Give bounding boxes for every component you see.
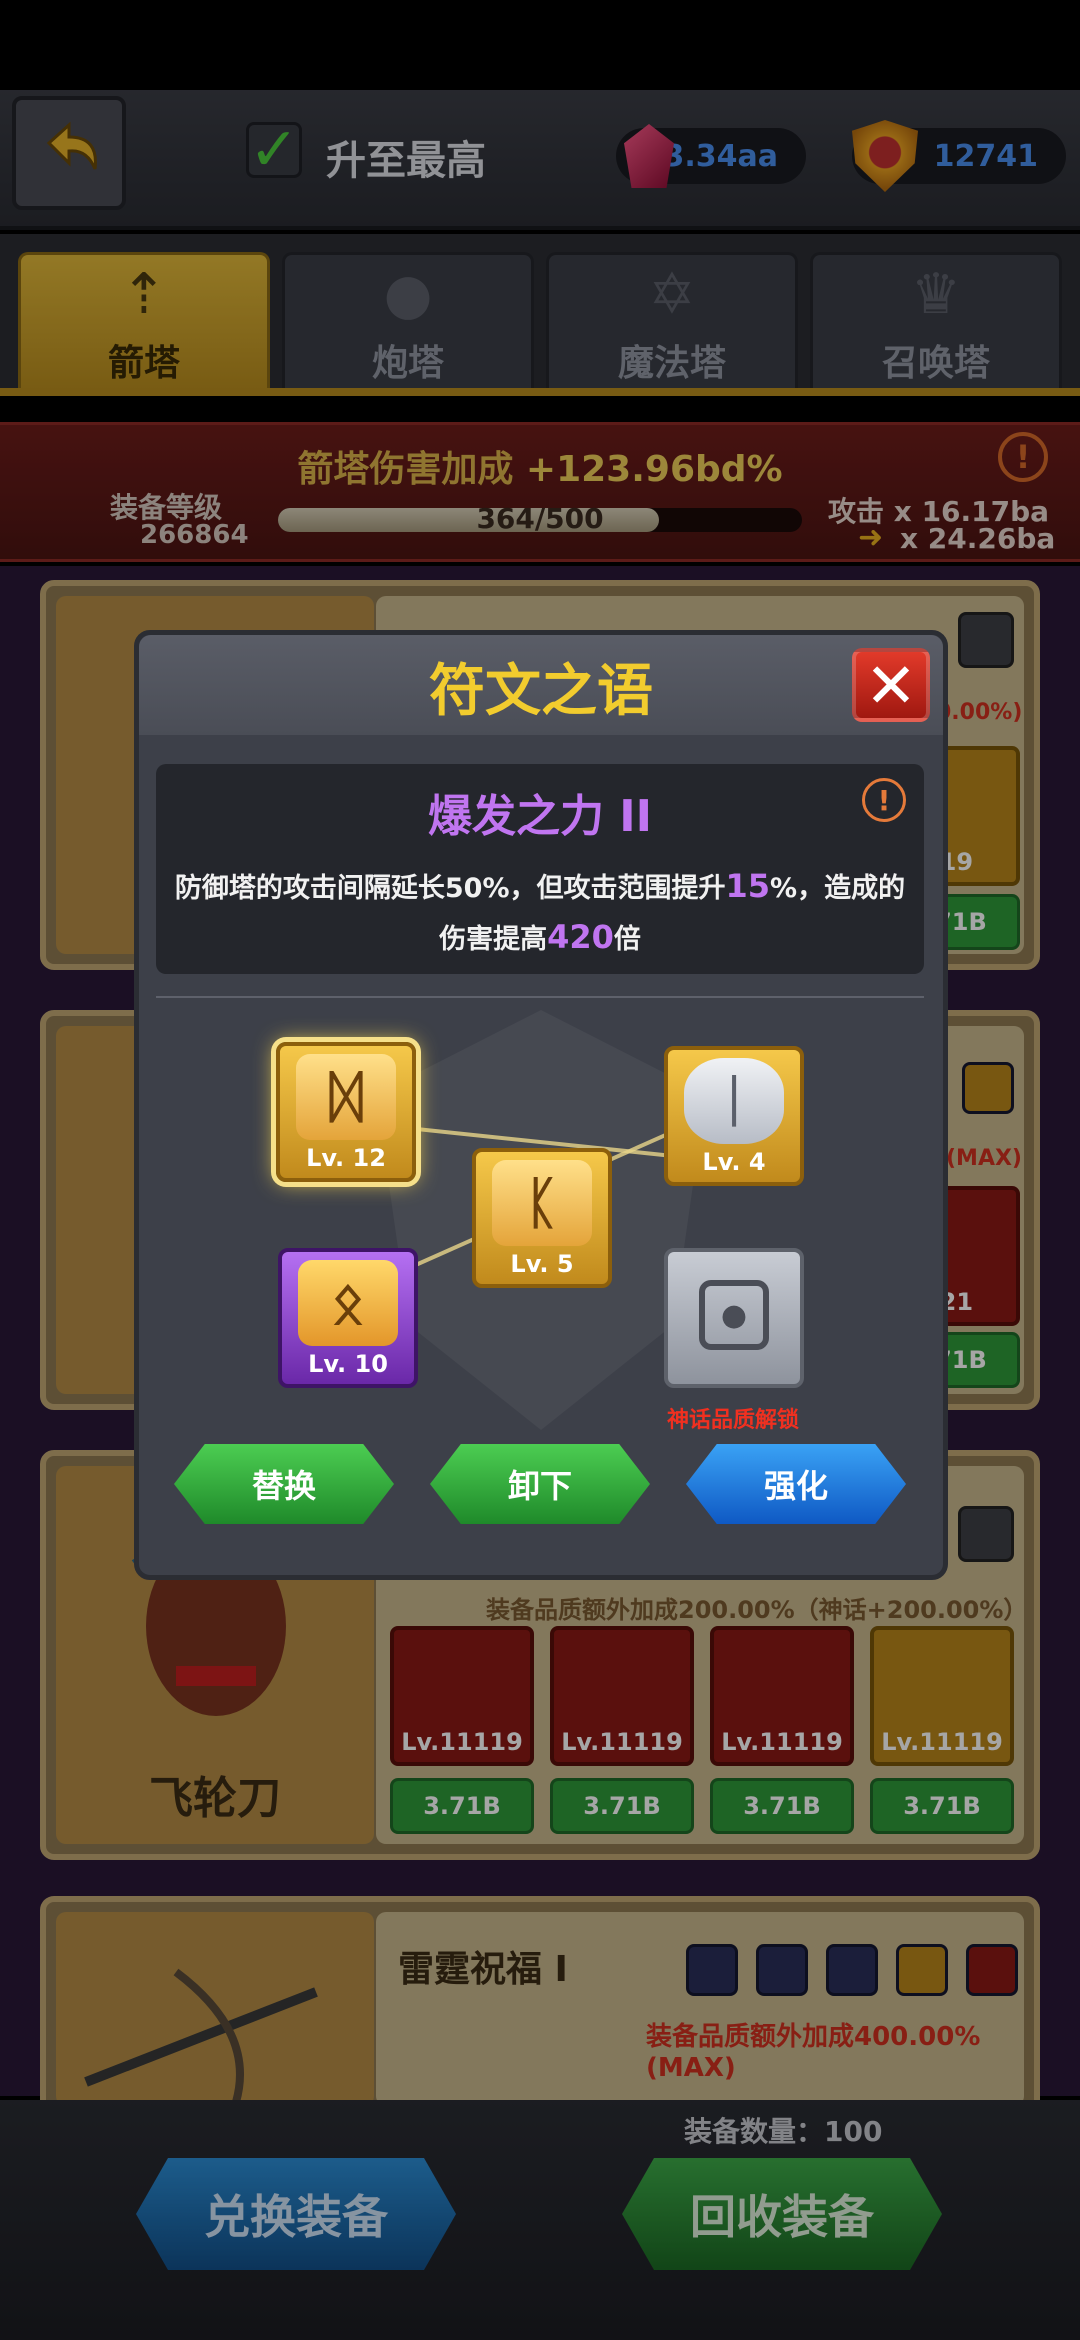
rune-slot-locked[interactable]: ● [664, 1248, 804, 1388]
rune-level: Lv. 10 [308, 1350, 388, 1378]
lock-icon: ● [699, 1280, 769, 1350]
close-button[interactable]: ✕ [852, 648, 930, 722]
desc-text: 防御塔的攻击间隔延长50%，但攻击范围提升 [174, 873, 726, 904]
rune-slot-4[interactable]: ᛟ Lv. 10 [278, 1248, 418, 1388]
replace-button[interactable]: 替换 [174, 1444, 394, 1524]
unlock-requirement: 神话品质解锁 [666, 1408, 799, 1433]
desc-text: 倍 [613, 924, 641, 955]
rune-description: 防御塔的攻击间隔延长50%，但攻击范围提升15%，造成的伤害提高420倍 [170, 862, 910, 964]
button-label: 强化 [763, 1467, 828, 1505]
rune-glyph-icon: ᛞ [296, 1054, 396, 1140]
modal-title: 符文之语 [429, 659, 653, 724]
rune-level: Lv. 12 [306, 1144, 386, 1172]
rune-word-name: 爆发之力 II [427, 791, 653, 842]
button-label: 替换 [251, 1467, 316, 1505]
rune-slot-1[interactable]: ᛞ Lv. 12 [276, 1042, 416, 1182]
rune-slot-2[interactable]: ᛕ Lv. 5 [472, 1148, 612, 1288]
divider [156, 996, 924, 998]
rune-glyph-icon: ᛟ [298, 1260, 398, 1346]
close-icon: ✕ [865, 648, 917, 722]
rune-level: Lv. 4 [702, 1148, 766, 1176]
button-label: 卸下 [507, 1467, 572, 1505]
rune-glyph-icon: ᛁ [684, 1058, 784, 1144]
rune-slot-3[interactable]: ᛁ Lv. 4 [664, 1046, 804, 1186]
desc-highlight: 420 [547, 918, 614, 956]
rune-level: Lv. 5 [510, 1250, 574, 1278]
unequip-button[interactable]: 卸下 [430, 1444, 650, 1524]
info-icon[interactable]: ! [862, 778, 906, 822]
enhance-button[interactable]: 强化 [686, 1444, 906, 1524]
rune-glyph-icon: ᛕ [492, 1160, 592, 1246]
desc-highlight: 15 [725, 867, 771, 905]
